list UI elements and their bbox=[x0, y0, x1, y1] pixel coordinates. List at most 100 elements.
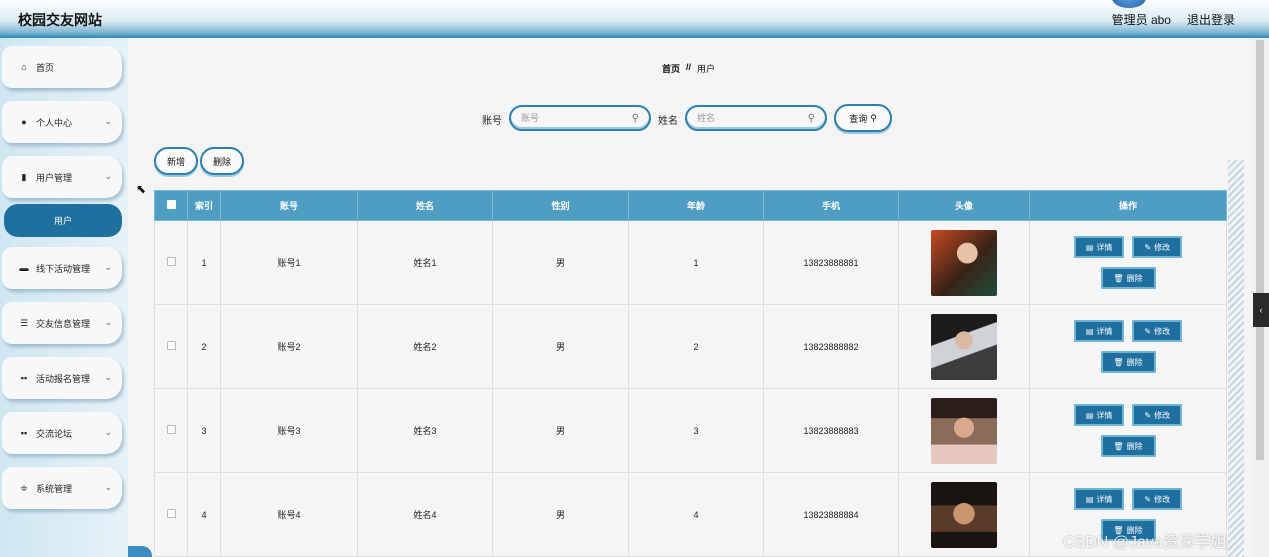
detail-button[interactable]: ▤ 详情 bbox=[1073, 404, 1125, 426]
sidebar-item-label: 首页 bbox=[36, 62, 55, 73]
row-checkbox[interactable] bbox=[166, 257, 176, 266]
site-title: 校园交友网站 bbox=[18, 12, 102, 28]
decorative-corner bbox=[128, 546, 152, 557]
briefcase-icon: ▬ bbox=[19, 263, 29, 273]
row-checkbox[interactable] bbox=[166, 425, 176, 434]
home-icon: ⌂ bbox=[21, 62, 27, 72]
account-search-field[interactable]: ⚲ bbox=[509, 105, 651, 131]
table-row: 1 账号1 姓名1 男 1 13823888881 ▤ 详情 ✎ 修改 🗑 删除 bbox=[154, 220, 1227, 305]
scrollbar-thumb[interactable] bbox=[1256, 40, 1264, 460]
account-search-input[interactable] bbox=[521, 113, 632, 123]
cell-age: 3 bbox=[628, 388, 764, 473]
delete-button-label: 删除 bbox=[1126, 273, 1143, 283]
delete-button[interactable]: 🗑 删除 bbox=[1100, 267, 1156, 289]
trash-icon: 🗑 bbox=[1113, 273, 1124, 283]
pencil-icon: ✎ bbox=[1144, 326, 1152, 336]
mouse-cursor-icon: ⬉ bbox=[136, 182, 147, 196]
query-button[interactable]: 查询 ⚲ bbox=[834, 104, 892, 132]
column-header-gender: 性别 bbox=[492, 190, 629, 221]
cell-phone: 13823888882 bbox=[763, 304, 899, 389]
cell-age: 4 bbox=[628, 472, 764, 557]
trash-icon: 🗑 bbox=[1113, 441, 1124, 451]
add-button[interactable]: 新增 bbox=[154, 147, 198, 175]
document-icon: ▤ bbox=[1085, 242, 1094, 252]
detail-button-label: 详情 bbox=[1096, 410, 1113, 420]
user-icon: ● bbox=[21, 117, 27, 127]
cell-age: 2 bbox=[628, 304, 764, 389]
sidebar-item-user-management[interactable]: ▮ 用户管理 ⌄ bbox=[2, 156, 122, 198]
table-row: 2 账号2 姓名2 男 2 13823888882 ▤ 详情 ✎ 修改 🗑 删除 bbox=[154, 304, 1227, 389]
select-all-checkbox[interactable] bbox=[166, 200, 176, 209]
user-avatar[interactable] bbox=[1112, 0, 1146, 8]
cell-phone: 13823888881 bbox=[763, 220, 899, 305]
delete-button[interactable]: 🗑 删除 bbox=[1100, 351, 1156, 373]
sidebar-item-label: 线下活动管理 bbox=[36, 263, 91, 274]
sliders-icon: ≑ bbox=[20, 482, 28, 493]
avatar-photo bbox=[931, 397, 997, 464]
detail-button[interactable]: ▤ 详情 bbox=[1073, 488, 1125, 510]
sidebar-subitem-users[interactable]: 用户 bbox=[4, 204, 122, 237]
select-all-cell[interactable] bbox=[154, 190, 188, 221]
document-icon: ▤ bbox=[1085, 410, 1094, 420]
edit-button[interactable]: ✎ 修改 bbox=[1132, 488, 1183, 510]
edit-button[interactable]: ✎ 修改 bbox=[1132, 404, 1183, 426]
delete-button-label: 删除 bbox=[1126, 441, 1143, 451]
logout-link[interactable]: 退出登录 bbox=[1187, 11, 1235, 28]
sidebar-item-label: 用户管理 bbox=[36, 172, 73, 183]
sidebar-item-activity-signup[interactable]: ▪▪ 活动报名管理 ⌄ bbox=[2, 357, 122, 399]
avatar-photo bbox=[931, 229, 997, 296]
cell-index: 2 bbox=[187, 304, 221, 389]
search-icon: ⚲ bbox=[870, 112, 877, 123]
sidebar-item-dating-info[interactable]: ☰ 交友信息管理 ⌄ bbox=[2, 302, 122, 344]
chevron-down-icon: ⌄ bbox=[104, 262, 112, 272]
edit-button[interactable]: ✎ 修改 bbox=[1132, 320, 1183, 342]
sidebar-item-forum[interactable]: ▪▪ 交流论坛 ⌄ bbox=[2, 412, 122, 454]
chevron-down-icon: ⌄ bbox=[104, 482, 112, 492]
row-checkbox[interactable] bbox=[166, 509, 176, 518]
column-header-actions: 操作 bbox=[1029, 190, 1227, 221]
name-search-input[interactable] bbox=[697, 113, 808, 123]
batch-delete-button[interactable]: 删除 bbox=[200, 147, 244, 175]
chevron-down-icon: ⌄ bbox=[104, 171, 112, 181]
sidebar-item-system[interactable]: ≑ 系统管理 ⌄ bbox=[2, 467, 122, 509]
sidebar-item-offline-activity[interactable]: ▬ 线下活动管理 ⌄ bbox=[2, 247, 122, 289]
collapse-arrow-icon[interactable]: ‹ bbox=[1253, 293, 1269, 327]
cell-name: 姓名1 bbox=[357, 220, 493, 305]
cell-account: 账号2 bbox=[220, 304, 358, 389]
cell-gender: 男 bbox=[492, 220, 629, 305]
cell-account: 账号4 bbox=[220, 472, 358, 557]
cell-gender: 男 bbox=[492, 472, 629, 557]
detail-button-label: 详情 bbox=[1096, 242, 1113, 252]
pencil-icon: ✎ bbox=[1144, 494, 1152, 504]
breadcrumb-home[interactable]: 首页 bbox=[662, 62, 680, 75]
detail-button[interactable]: ▤ 详情 bbox=[1073, 236, 1125, 258]
column-header-name: 姓名 bbox=[357, 190, 493, 221]
top-bar: 校园交友网站 管理员 abo 退出登录 bbox=[0, 0, 1269, 38]
name-label: 姓名 bbox=[658, 116, 678, 127]
chevron-down-icon: ⌄ bbox=[104, 317, 112, 327]
cell-index: 1 bbox=[187, 220, 221, 305]
detail-button[interactable]: ▤ 详情 bbox=[1073, 320, 1125, 342]
column-header-phone: 手机 bbox=[763, 190, 899, 221]
cell-account: 账号3 bbox=[220, 388, 358, 473]
pencil-icon: ✎ bbox=[1144, 242, 1152, 252]
query-button-label: 查询 bbox=[849, 113, 868, 124]
grid-icon: ▪▪ bbox=[20, 373, 28, 383]
detail-button-label: 详情 bbox=[1096, 326, 1113, 336]
sidebar-item-label: 个人中心 bbox=[36, 117, 73, 128]
edit-button[interactable]: ✎ 修改 bbox=[1132, 236, 1183, 258]
breadcrumb-separator: // bbox=[686, 62, 692, 72]
cell-index: 4 bbox=[187, 472, 221, 557]
delete-button[interactable]: 🗑 删除 bbox=[1100, 435, 1156, 457]
name-search-field[interactable]: ⚲ bbox=[685, 105, 827, 131]
row-checkbox[interactable] bbox=[166, 341, 176, 350]
sidebar-item-label: 交流论坛 bbox=[36, 428, 73, 439]
edit-button-label: 修改 bbox=[1154, 494, 1171, 504]
document-icon: ▤ bbox=[1085, 326, 1094, 336]
edit-button-label: 修改 bbox=[1154, 242, 1171, 252]
chevron-down-icon: ⌄ bbox=[104, 116, 112, 126]
sidebar-item-home[interactable]: ⌂ 首页 bbox=[2, 46, 122, 88]
sidebar-item-personal-center[interactable]: ● 个人中心 ⌄ bbox=[2, 101, 122, 143]
cell-gender: 男 bbox=[492, 304, 629, 389]
column-header-age: 年龄 bbox=[628, 190, 764, 221]
